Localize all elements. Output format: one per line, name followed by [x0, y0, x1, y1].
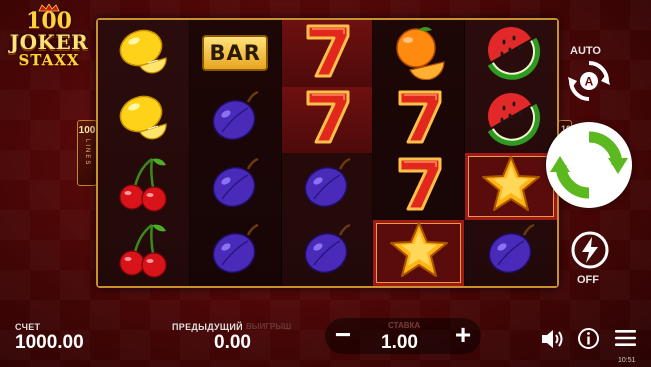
- reel-cell: [373, 153, 464, 220]
- info-icon[interactable]: [577, 327, 600, 350]
- previous-win-value: 0.00: [214, 332, 251, 353]
- plum-icon: [204, 88, 266, 151]
- turbo-button[interactable]: [570, 230, 610, 270]
- reel-cell: [98, 220, 189, 287]
- spin-icon: [550, 131, 628, 199]
- spin-button[interactable]: [546, 122, 632, 208]
- autoplay-button[interactable]: A: [566, 58, 612, 104]
- paylines-indicator: 100 LINES: [77, 120, 97, 186]
- turbo-off-label: OFF: [577, 274, 599, 286]
- star-icon: [480, 155, 542, 218]
- reel-cell: BAR: [190, 20, 281, 87]
- seven-icon: [296, 88, 358, 151]
- star-icon: [388, 221, 450, 284]
- bar-symbol: BAR: [202, 35, 269, 72]
- previous-win-label: ПРЕДЫДУЩИЙ: [172, 322, 243, 332]
- lightning-icon: [582, 237, 598, 263]
- balance-value: 1000.00: [15, 332, 84, 353]
- reel-cell: [281, 20, 373, 87]
- reel-cell: [190, 153, 281, 220]
- seven-icon: [388, 88, 450, 151]
- reel-cell: [190, 220, 281, 287]
- reel-cell: [282, 220, 373, 287]
- sound-icon[interactable]: [540, 328, 564, 350]
- paylines-count: 100: [78, 125, 96, 136]
- balance-label: СЧЕТ: [15, 322, 41, 332]
- cherry-icon: [112, 221, 174, 284]
- reel-3: [281, 20, 374, 287]
- logo-number: 100: [26, 8, 72, 34]
- plum-icon: [296, 155, 358, 218]
- reel-cell: [465, 220, 557, 287]
- reel-cell: [373, 219, 465, 286]
- reel-cell: [190, 87, 281, 154]
- reel-cell: [373, 87, 464, 154]
- reel-5: [465, 20, 557, 286]
- autoplay-label: AUTO: [570, 45, 601, 57]
- bet-decrease-button[interactable]: −: [328, 321, 358, 351]
- reel-cell: [465, 87, 557, 154]
- reel-cell: [281, 86, 373, 153]
- reel-2: BAR: [189, 20, 282, 287]
- previous-win-sublabel: ВЫИГРЫШ: [246, 322, 292, 331]
- plum-icon: [204, 155, 266, 218]
- logo-staxx: STAXX: [18, 51, 80, 69]
- game-logo: 100 JOKER STAXX: [8, 4, 90, 76]
- lemon-icon: [112, 88, 174, 151]
- reel-1: [98, 20, 190, 286]
- cherry-icon: [112, 155, 174, 218]
- reel-cell: [465, 20, 557, 87]
- lemon-icon: [112, 22, 174, 85]
- seven-icon: [296, 22, 358, 85]
- reel-cell: [98, 87, 189, 154]
- bar-label: BAR: [209, 41, 261, 66]
- watermelon-icon: [480, 88, 542, 151]
- plum-icon: [204, 221, 266, 284]
- logo-joker: JOKER: [9, 30, 89, 54]
- paylines-label: LINES: [84, 139, 90, 167]
- crown-icon: [38, 4, 60, 12]
- menu-icon[interactable]: [614, 328, 637, 348]
- bet-increase-button[interactable]: +: [448, 321, 478, 351]
- clock: 10:51: [618, 357, 636, 364]
- reel-cell: [98, 153, 189, 220]
- bet-value: 1.00: [381, 332, 418, 353]
- watermelon-icon: [480, 22, 542, 85]
- autoplay-badge: A: [585, 75, 594, 89]
- reel-4: [373, 20, 466, 286]
- seven-icon: [388, 155, 450, 218]
- plum-icon: [296, 221, 358, 284]
- plum-icon: [480, 221, 542, 284]
- orange-icon: [388, 22, 450, 85]
- reel-cell: [373, 20, 464, 87]
- reel-cell: [465, 153, 557, 220]
- reel-cell: [282, 153, 373, 220]
- bet-label: СТАВКА: [388, 321, 421, 330]
- reel-grid: BAR: [96, 18, 559, 288]
- reel-cell: [98, 20, 189, 87]
